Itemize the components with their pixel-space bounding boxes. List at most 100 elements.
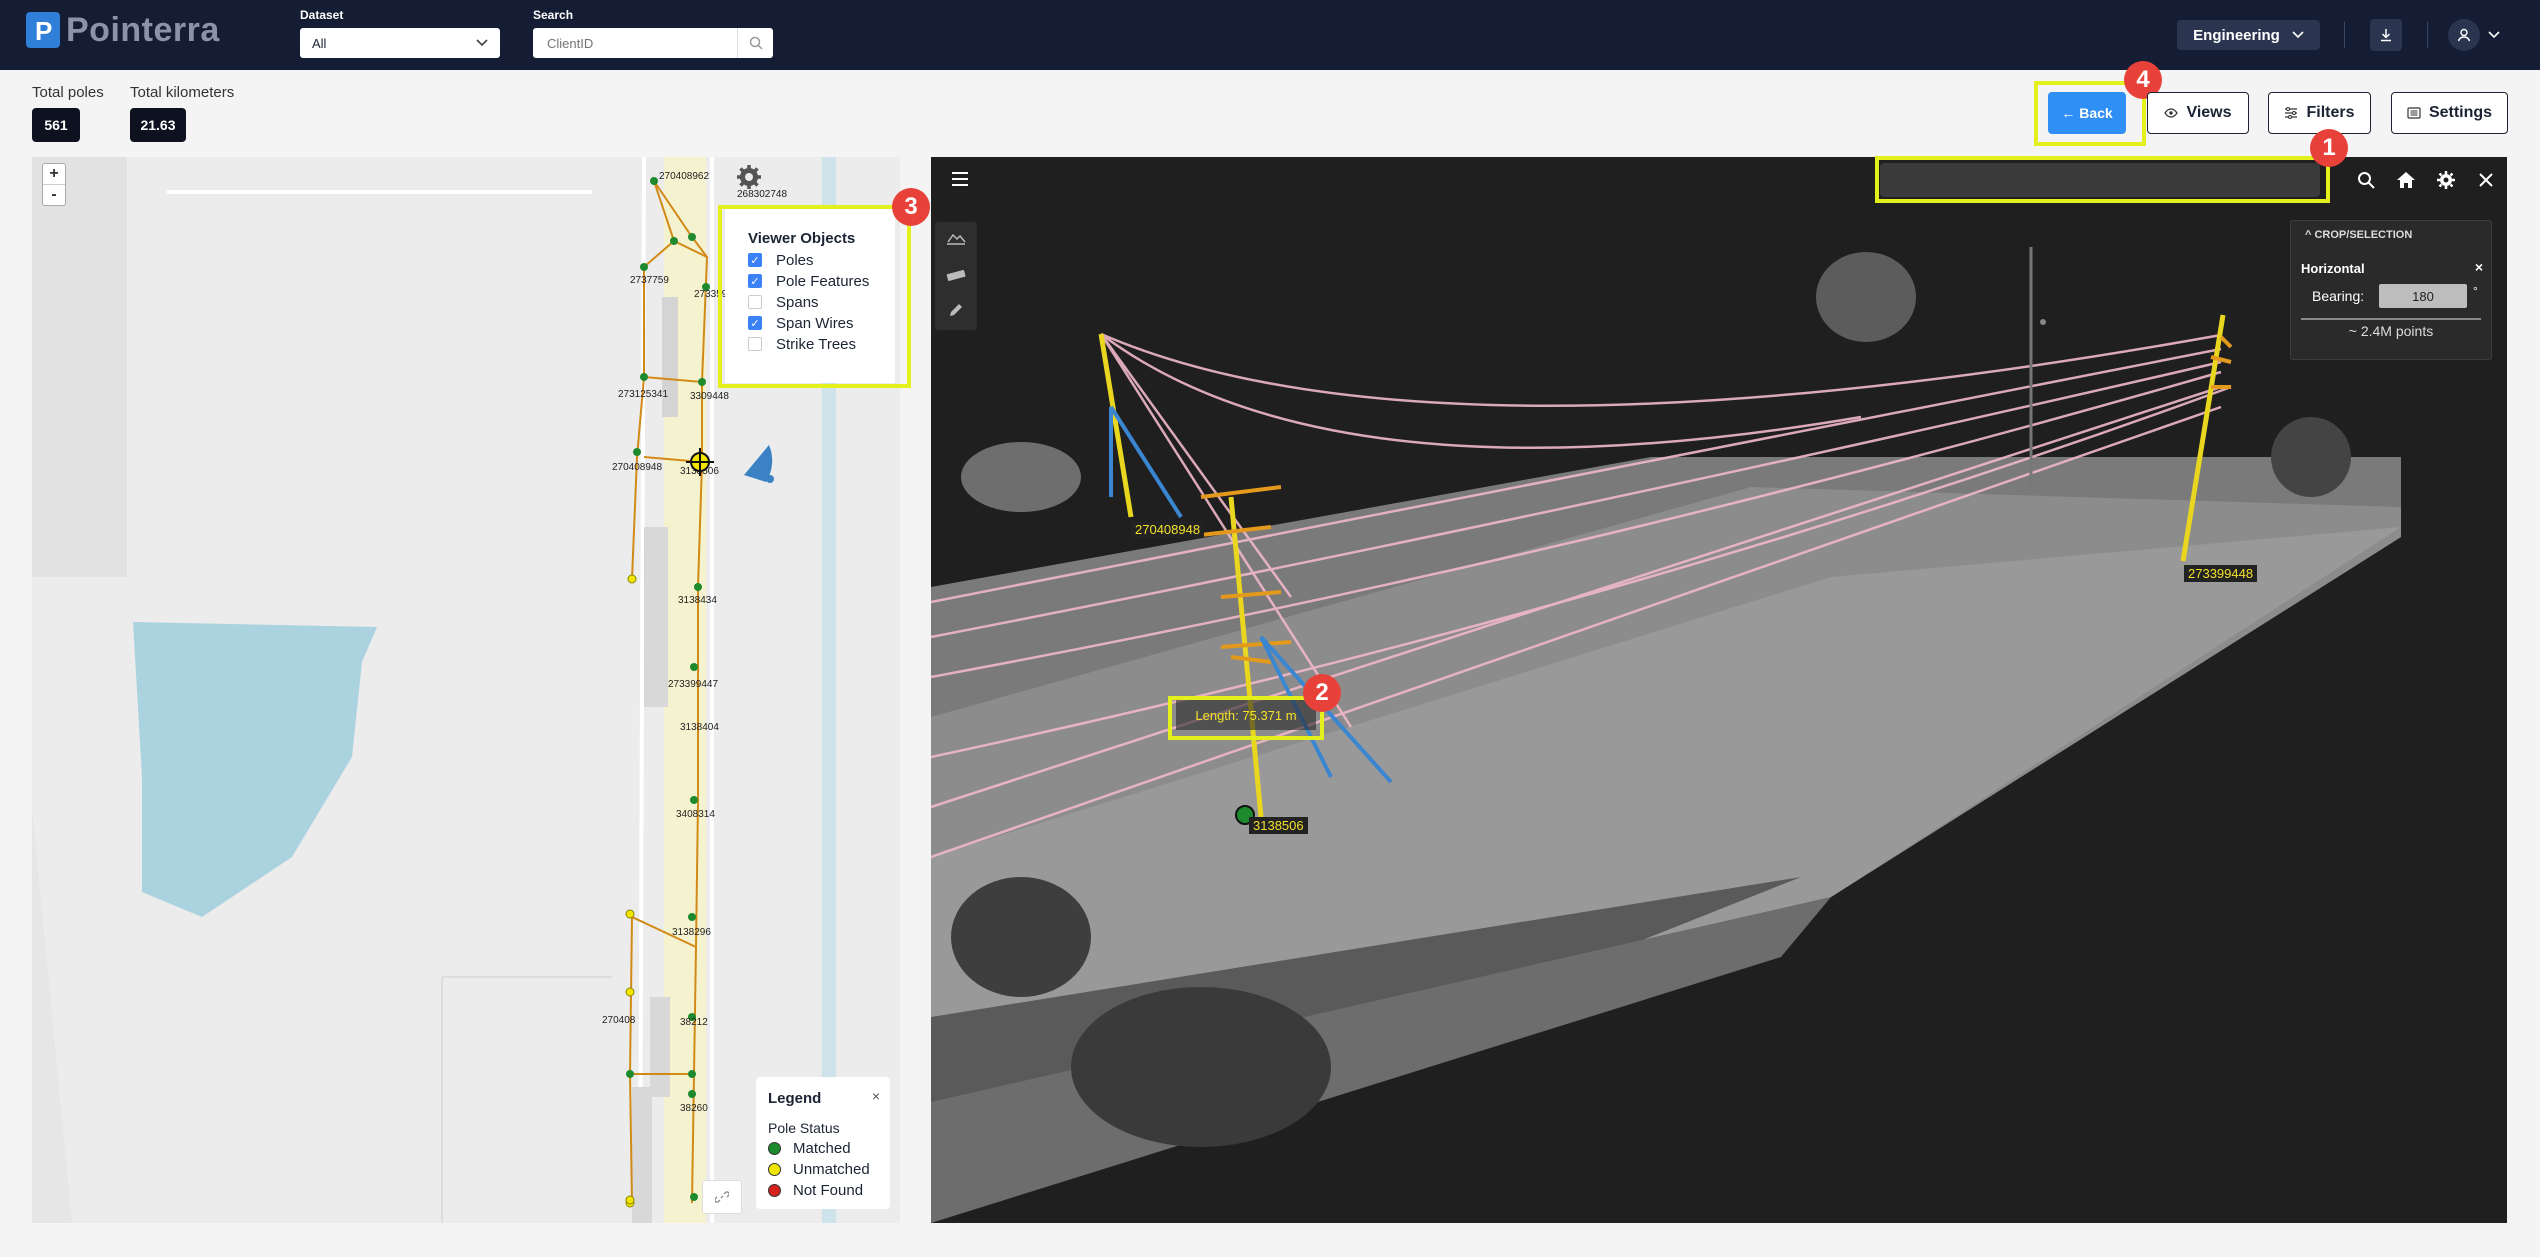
search-button[interactable] <box>737 28 773 58</box>
divider <box>2344 22 2345 48</box>
map-pole-label: 273125341 <box>618 389 668 400</box>
user-icon <box>2457 28 2471 42</box>
viewer-object-label: Span Wires <box>776 314 854 332</box>
viewer-object-label: Strike Trees <box>776 335 857 353</box>
viewer-object-label: Pole Features <box>776 272 870 290</box>
crop-mode: Horizontal <box>2301 261 2365 276</box>
bearing-unit: ° <box>2473 284 2478 298</box>
logo-mark: P <box>26 12 60 48</box>
viewer-close-button[interactable] <box>2472 166 2500 194</box>
map-pole-label: 2737759 <box>630 275 669 286</box>
gear-icon[interactable] <box>736 164 762 190</box>
checkbox-checked[interactable]: ✓ <box>748 274 762 288</box>
status-dot-icon <box>768 1163 781 1176</box>
map-pole-label: 270408 <box>602 1015 636 1026</box>
home-icon <box>2397 172 2415 188</box>
dataset-select[interactable]: All <box>300 28 500 58</box>
zoom-out-button[interactable]: - <box>43 184 65 205</box>
link-icon <box>715 1191 729 1203</box>
crop-close-button[interactable]: × <box>2475 259 2483 275</box>
checkbox-checked[interactable]: ✓ <box>748 316 762 330</box>
list-icon <box>2407 107 2421 119</box>
viewer-object-label: Spans <box>776 293 819 311</box>
share-link-button[interactable] <box>702 1180 742 1214</box>
viewer-object-poles[interactable]: ✓ Poles <box>748 251 814 269</box>
map-pole-label: 270408962 <box>659 171 709 182</box>
point-cloud-canvas <box>931 157 2507 1223</box>
legend-item-label: Not Found <box>793 1182 864 1199</box>
zoom-in-button[interactable]: + <box>43 164 65 184</box>
gear-icon <box>2437 171 2455 189</box>
checkbox-unchecked[interactable] <box>748 337 762 351</box>
map-pole-label: 270408948 <box>612 462 662 473</box>
annotation-badge-2: 2 <box>1303 674 1341 712</box>
settings-button[interactable]: Settings <box>2391 92 2508 134</box>
filters-label: Filters <box>2306 104 2355 121</box>
points-count: ~ 2.4M points <box>2348 323 2434 339</box>
legend-close-button[interactable]: × <box>872 1088 880 1104</box>
views-label: Views <box>2186 104 2232 121</box>
search-input[interactable] <box>533 28 737 58</box>
point-cloud-viewer[interactable]: 270408948 273399448 3138506 <box>931 157 2507 1223</box>
search-icon <box>2358 172 2375 189</box>
checkbox-unchecked[interactable] <box>748 295 762 309</box>
filters-button[interactable]: Filters <box>2268 92 2371 134</box>
dataset-label: Dataset <box>300 8 344 22</box>
pole-label: 270408948 <box>1131 521 1205 538</box>
back-button[interactable]: ← Back <box>2048 92 2126 134</box>
close-icon <box>2479 173 2493 187</box>
pencil-icon[interactable] <box>948 302 964 318</box>
sliders-icon <box>2285 107 2298 119</box>
crop-header-label: CROP/SELECTION <box>2314 229 2413 241</box>
logo: P Pointerra <box>26 10 220 50</box>
map-pole-label: 3138434 <box>678 595 717 606</box>
crop-slider[interactable] <box>2301 318 2481 320</box>
logo-text: Pointerra <box>66 10 220 49</box>
ruler-icon[interactable] <box>946 268 966 282</box>
search-label: Search <box>533 8 574 22</box>
profile-tool-icon[interactable] <box>946 230 966 246</box>
map-pole-label: 273399447 <box>668 679 718 690</box>
viewer-search-button[interactable] <box>2352 166 2380 194</box>
map-pole-label: 38212 <box>680 1017 708 1028</box>
viewer-home-button[interactable] <box>2392 166 2420 194</box>
viewer-object-label: Poles <box>776 251 814 269</box>
avatar <box>2448 19 2480 51</box>
total-km-label: Total kilometers <box>130 84 235 101</box>
legend-panel: Legend × Pole Status Matched Unmatched N… <box>756 1077 890 1209</box>
checkbox-checked[interactable]: ✓ <box>748 253 762 267</box>
total-poles-value: 561 <box>32 108 80 142</box>
legend-item-label: Unmatched <box>793 1161 870 1178</box>
annotation-badge-1: 1 <box>2310 129 2348 167</box>
measurement-label: Length: 75.371 m <box>1176 700 1316 730</box>
viewer-object-spans[interactable]: Spans <box>748 293 819 311</box>
viewer-object-span-wires[interactable]: ✓ Span Wires <box>748 314 854 332</box>
divider <box>2427 22 2428 48</box>
map-pole-label: 3138296 <box>672 927 711 938</box>
download-button[interactable] <box>2370 19 2402 51</box>
viewer-settings-button[interactable] <box>2432 166 2460 194</box>
user-menu[interactable] <box>2448 19 2508 51</box>
workspace-label: Engineering <box>2193 26 2280 44</box>
viewer-object-pole-features[interactable]: ✓ Pole Features <box>748 272 869 290</box>
search-box <box>533 28 773 58</box>
total-poles-label: Total poles <box>32 84 104 101</box>
legend-item-unmatched: Unmatched <box>768 1161 870 1178</box>
map-pole-label: 3138404 <box>680 722 719 733</box>
map-pole-label: 268302748 <box>737 189 787 200</box>
status-dot-icon <box>768 1184 781 1197</box>
views-button[interactable]: Views <box>2147 92 2249 134</box>
bearing-input[interactable]: 180 <box>2379 284 2467 308</box>
chevron-down-icon <box>2488 31 2500 39</box>
download-icon <box>2381 29 2391 42</box>
workspace-select[interactable]: Engineering <box>2177 20 2320 50</box>
menu-icon[interactable] <box>950 169 970 189</box>
logo-letter: P <box>35 16 53 46</box>
eye-icon <box>2164 108 2179 118</box>
total-km-value: 21.63 <box>130 108 186 142</box>
pole-label: 273399448 <box>2184 565 2258 582</box>
dataset-value: All <box>312 35 327 51</box>
crop-header[interactable]: ^ CROP/SELECTION <box>2305 229 2412 241</box>
bearing-label: Bearing: <box>2312 288 2365 304</box>
viewer-object-strike-trees[interactable]: Strike Trees <box>748 335 856 353</box>
